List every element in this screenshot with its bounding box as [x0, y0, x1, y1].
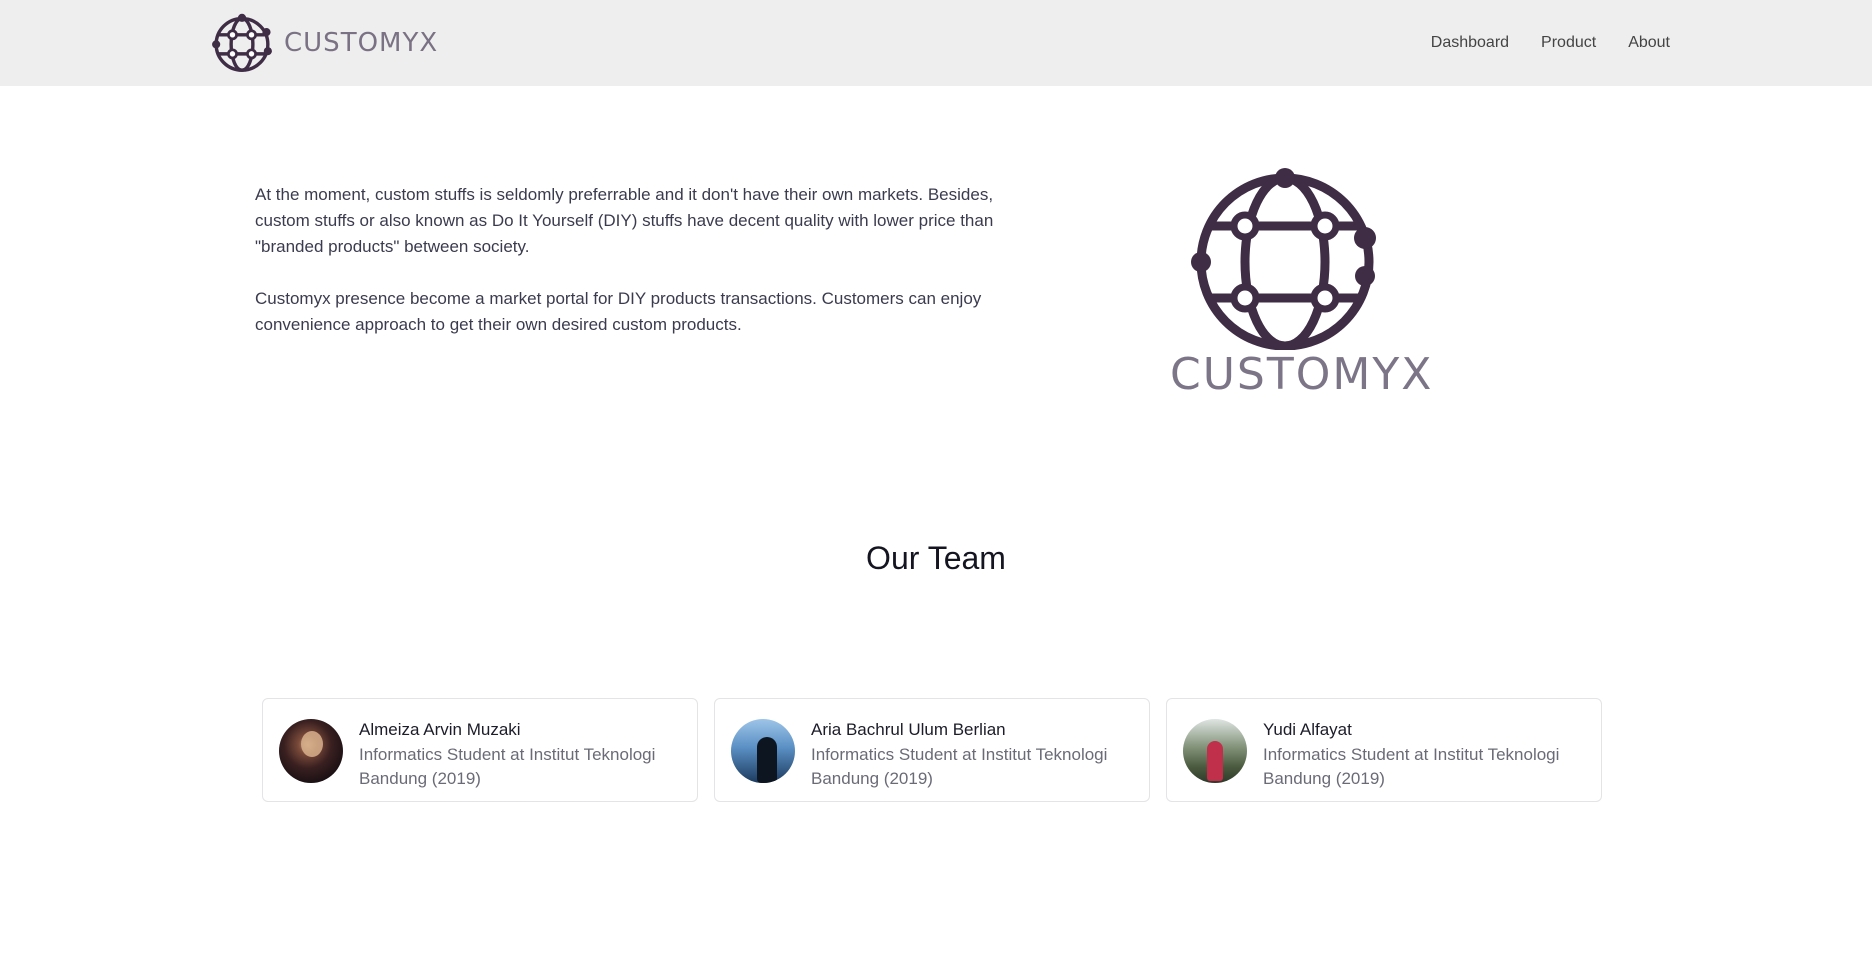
- globe-network-icon: [212, 13, 272, 72]
- intro-section: At the moment, custom stuffs is seldomly…: [255, 182, 995, 364]
- hero-logo: CUSTOMYX: [1170, 160, 1434, 400]
- intro-paragraph: At the moment, custom stuffs is seldomly…: [255, 185, 994, 256]
- nav-link-about[interactable]: About: [1628, 34, 1670, 52]
- team-title: Our Team: [866, 540, 1006, 576]
- brand-logo-link[interactable]: CUSTOMYX: [208, 9, 438, 77]
- avatar: [1183, 719, 1247, 783]
- member-name: Almeiza Arvin Muzaki: [359, 720, 521, 739]
- member-name: Yudi Alfayat: [1263, 720, 1352, 739]
- member-role: Informatics Student at Institut Teknolog…: [811, 745, 1108, 788]
- intro-paragraph: Customyx presence become a market portal…: [255, 289, 982, 334]
- nav-link-dashboard[interactable]: Dashboard: [1431, 34, 1509, 52]
- team-member-card: Aria Bachrul Ulum Berlian Informatics St…: [714, 698, 1150, 802]
- main-nav: Dashboard Product About: [1431, 0, 1670, 86]
- member-role: Informatics Student at Institut Teknolog…: [359, 745, 656, 788]
- member-role: Informatics Student at Institut Teknolog…: [1263, 745, 1560, 788]
- avatar: [731, 719, 795, 783]
- brand-name: CUSTOMYX: [284, 28, 439, 58]
- avatar: [279, 719, 343, 783]
- team-cards: Almeiza Arvin Muzaki Informatics Student…: [262, 698, 1602, 802]
- member-name: Aria Bachrul Ulum Berlian: [811, 720, 1006, 739]
- team-member-card: Yudi Alfayat Informatics Student at Inst…: [1166, 698, 1602, 802]
- globe-network-icon: [1191, 168, 1376, 350]
- team-member-card: Almeiza Arvin Muzaki Informatics Student…: [262, 698, 698, 802]
- nav-link-product[interactable]: Product: [1541, 34, 1596, 52]
- hero-logo-wordmark: CUSTOMYX: [1170, 349, 1434, 400]
- navbar: CUSTOMYX Dashboard Product About: [0, 0, 1872, 86]
